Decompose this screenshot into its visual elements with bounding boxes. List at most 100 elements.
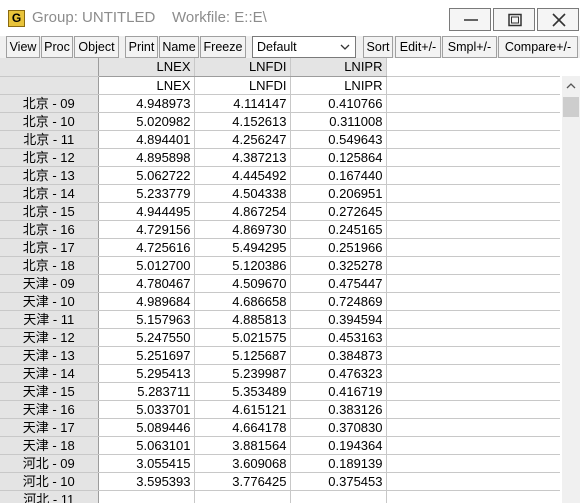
table-cell[interactable]: 4.504338 <box>194 184 291 203</box>
row-label[interactable]: 北京 - 13 <box>0 166 99 185</box>
row-label[interactable]: 北京 - 14 <box>0 184 99 203</box>
table-cell[interactable]: 0.194364 <box>290 436 387 455</box>
table-cell[interactable]: 5.494295 <box>194 238 291 257</box>
column-header-lnfdi[interactable]: LNFDI <box>194 58 291 77</box>
table-cell[interactable]: 0.453163 <box>290 328 387 347</box>
row-label[interactable]: 河北 - 09 <box>0 454 99 473</box>
table-cell[interactable]: 3.881564 <box>194 436 291 455</box>
table-cell[interactable]: 4.885813 <box>194 310 291 329</box>
object-button[interactable]: Object <box>74 36 119 58</box>
table-cell[interactable]: 0.724869 <box>290 292 387 311</box>
table-cell[interactable]: 0.245165 <box>290 220 387 239</box>
subheader-lnfdi[interactable]: LNFDI <box>194 76 291 95</box>
table-cell[interactable]: 4.686658 <box>194 292 291 311</box>
table-cell[interactable]: 4.948973 <box>98 94 195 113</box>
table-cell[interactable]: 4.664178 <box>194 418 291 437</box>
row-label[interactable]: 天津 - 17 <box>0 418 99 437</box>
table-cell[interactable]: 4.152613 <box>194 112 291 131</box>
table-cell[interactable]: 4.780467 <box>98 274 195 293</box>
table-cell[interactable]: 0.383126 <box>290 400 387 419</box>
table-cell[interactable]: 5.251697 <box>98 346 195 365</box>
row-label[interactable]: 北京 - 10 <box>0 112 99 131</box>
table-cell[interactable]: 5.012700 <box>98 256 195 275</box>
data-grid[interactable]: LNEX LNFDI LNIPR LNEX LNFDI LNIPR 北京 - 0… <box>0 58 562 503</box>
table-cell[interactable]: 0.375453 <box>290 472 387 491</box>
row-label[interactable]: 天津 - 16 <box>0 400 99 419</box>
table-cell[interactable]: 0.410766 <box>290 94 387 113</box>
row-label[interactable]: 北京 - 11 <box>0 130 99 149</box>
compare-toggle-button[interactable]: Compare+/- <box>498 36 578 58</box>
table-cell[interactable]: 5.247550 <box>98 328 195 347</box>
table-cell[interactable]: 0.167440 <box>290 166 387 185</box>
name-button[interactable]: Name <box>159 36 199 58</box>
table-cell[interactable]: 5.233779 <box>98 184 195 203</box>
proc-button[interactable]: Proc <box>41 36 73 58</box>
table-cell[interactable]: 0.394594 <box>290 310 387 329</box>
table-cell[interactable]: 4.895898 <box>98 148 195 167</box>
column-header-lnipr[interactable]: LNIPR <box>290 58 387 77</box>
table-cell[interactable]: 4.867254 <box>194 202 291 221</box>
table-cell[interactable]: 3.776425 <box>194 472 291 491</box>
row-label[interactable]: 河北 - 10 <box>0 472 99 491</box>
table-cell[interactable]: 4.725616 <box>98 238 195 257</box>
row-label[interactable]: 天津 - 14 <box>0 364 99 383</box>
row-label[interactable]: 北京 - 15 <box>0 202 99 221</box>
table-cell[interactable]: 5.239987 <box>194 364 291 383</box>
row-label[interactable]: 北京 - 16 <box>0 220 99 239</box>
table-cell[interactable]: 0.475447 <box>290 274 387 293</box>
row-label[interactable]: 天津 - 11 <box>0 310 99 329</box>
table-cell[interactable]: 4.894401 <box>98 130 195 149</box>
table-cell[interactable]: 0.370830 <box>290 418 387 437</box>
table-cell[interactable]: 0.311008 <box>290 112 387 131</box>
table-cell[interactable]: 5.157963 <box>98 310 195 329</box>
minimize-button[interactable] <box>449 8 491 31</box>
scroll-up-arrow-icon[interactable] <box>566 82 576 89</box>
table-cell[interactable]: 5.021575 <box>194 328 291 347</box>
table-cell[interactable]: 4.944495 <box>98 202 195 221</box>
maximize-button[interactable] <box>493 8 535 31</box>
table-cell[interactable]: 0.416719 <box>290 382 387 401</box>
corner-cell[interactable] <box>0 58 99 77</box>
display-mode-select[interactable]: Default <box>252 36 356 58</box>
table-cell[interactable]: 5.283711 <box>98 382 195 401</box>
table-cell[interactable]: 5.125687 <box>194 346 291 365</box>
table-cell[interactable]: 4.869730 <box>194 220 291 239</box>
subheader-lnex[interactable]: LNEX <box>98 76 195 95</box>
row-label[interactable]: 北京 - 09 <box>0 94 99 113</box>
table-cell[interactable]: 5.353489 <box>194 382 291 401</box>
subheader-lnipr[interactable]: LNIPR <box>290 76 387 95</box>
table-cell[interactable]: 0.476323 <box>290 364 387 383</box>
table-cell[interactable]: 3.609068 <box>194 454 291 473</box>
table-cell[interactable]: 4.114147 <box>194 94 291 113</box>
table-cell[interactable]: 0.325278 <box>290 256 387 275</box>
table-cell[interactable]: 5.063101 <box>98 436 195 455</box>
table-cell[interactable]: 4.729156 <box>98 220 195 239</box>
close-button[interactable] <box>537 8 579 31</box>
table-cell[interactable]: 4.615121 <box>194 400 291 419</box>
scrollbar-thumb[interactable] <box>563 97 579 117</box>
table-cell[interactable]: 0.206951 <box>290 184 387 203</box>
vertical-scrollbar[interactable] <box>562 76 580 503</box>
freeze-button[interactable]: Freeze <box>200 36 246 58</box>
table-cell[interactable]: 4.989684 <box>98 292 195 311</box>
table-cell[interactable]: 0.272645 <box>290 202 387 221</box>
table-cell[interactable]: 5.089446 <box>98 418 195 437</box>
row-label[interactable]: 天津 - 13 <box>0 346 99 365</box>
table-cell[interactable] <box>194 490 291 503</box>
table-cell[interactable] <box>98 490 195 503</box>
row-label[interactable]: 北京 - 17 <box>0 238 99 257</box>
row-label[interactable]: 天津 - 10 <box>0 292 99 311</box>
row-label[interactable]: 天津 - 18 <box>0 436 99 455</box>
sample-toggle-button[interactable]: Smpl+/- <box>442 36 497 58</box>
table-cell[interactable]: 5.020982 <box>98 112 195 131</box>
table-cell[interactable]: 0.384873 <box>290 346 387 365</box>
table-cell[interactable]: 0.125864 <box>290 148 387 167</box>
table-cell[interactable]: 5.033701 <box>98 400 195 419</box>
subheader-row-label[interactable] <box>0 76 99 95</box>
table-cell[interactable]: 5.295413 <box>98 364 195 383</box>
print-button[interactable]: Print <box>125 36 158 58</box>
table-cell[interactable]: 3.055415 <box>98 454 195 473</box>
table-cell[interactable]: 3.595393 <box>98 472 195 491</box>
table-cell[interactable]: 5.062722 <box>98 166 195 185</box>
view-button[interactable]: View <box>6 36 40 58</box>
